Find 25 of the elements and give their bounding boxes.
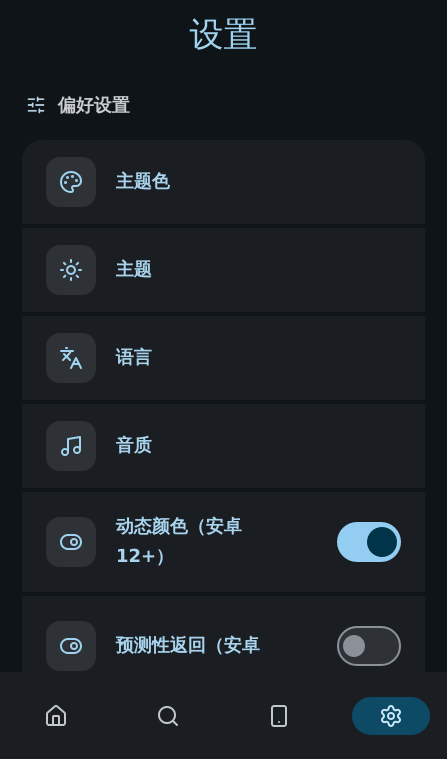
home-icon: [44, 704, 68, 728]
settings-row[interactable]: 主题: [22, 228, 425, 312]
music-note-icon: [59, 434, 83, 458]
settings-row[interactable]: 主题色: [22, 140, 425, 224]
nav-tab[interactable]: [352, 696, 430, 734]
palette-icon: [59, 170, 83, 194]
sliders-icon: [26, 95, 46, 115]
section-heading: 偏好设置: [58, 94, 130, 118]
row-label: 主题: [116, 258, 153, 282]
settings-row[interactable]: 语言: [22, 316, 425, 400]
settings-row[interactable]: 预测性返回（安卓: [22, 596, 425, 672]
sun-icon: [59, 258, 83, 282]
settings-row[interactable]: 音质: [22, 404, 425, 488]
row-label: 动态颜色（安卓12+）: [116, 515, 243, 569]
toggle-switch[interactable]: [337, 522, 401, 562]
settings-icon: [379, 704, 404, 728]
toggle-switch[interactable]: [337, 626, 401, 666]
row-label: 音质: [116, 434, 153, 458]
page-title: 设置: [190, 14, 258, 56]
row-label: 主题色: [116, 170, 171, 194]
translate-icon: [59, 346, 83, 370]
row-label: 预测性返回（安卓: [116, 634, 261, 658]
search-icon: [156, 704, 180, 728]
settings-row[interactable]: 动态颜色（安卓12+）: [22, 492, 425, 592]
row-label: 语言: [116, 346, 153, 370]
